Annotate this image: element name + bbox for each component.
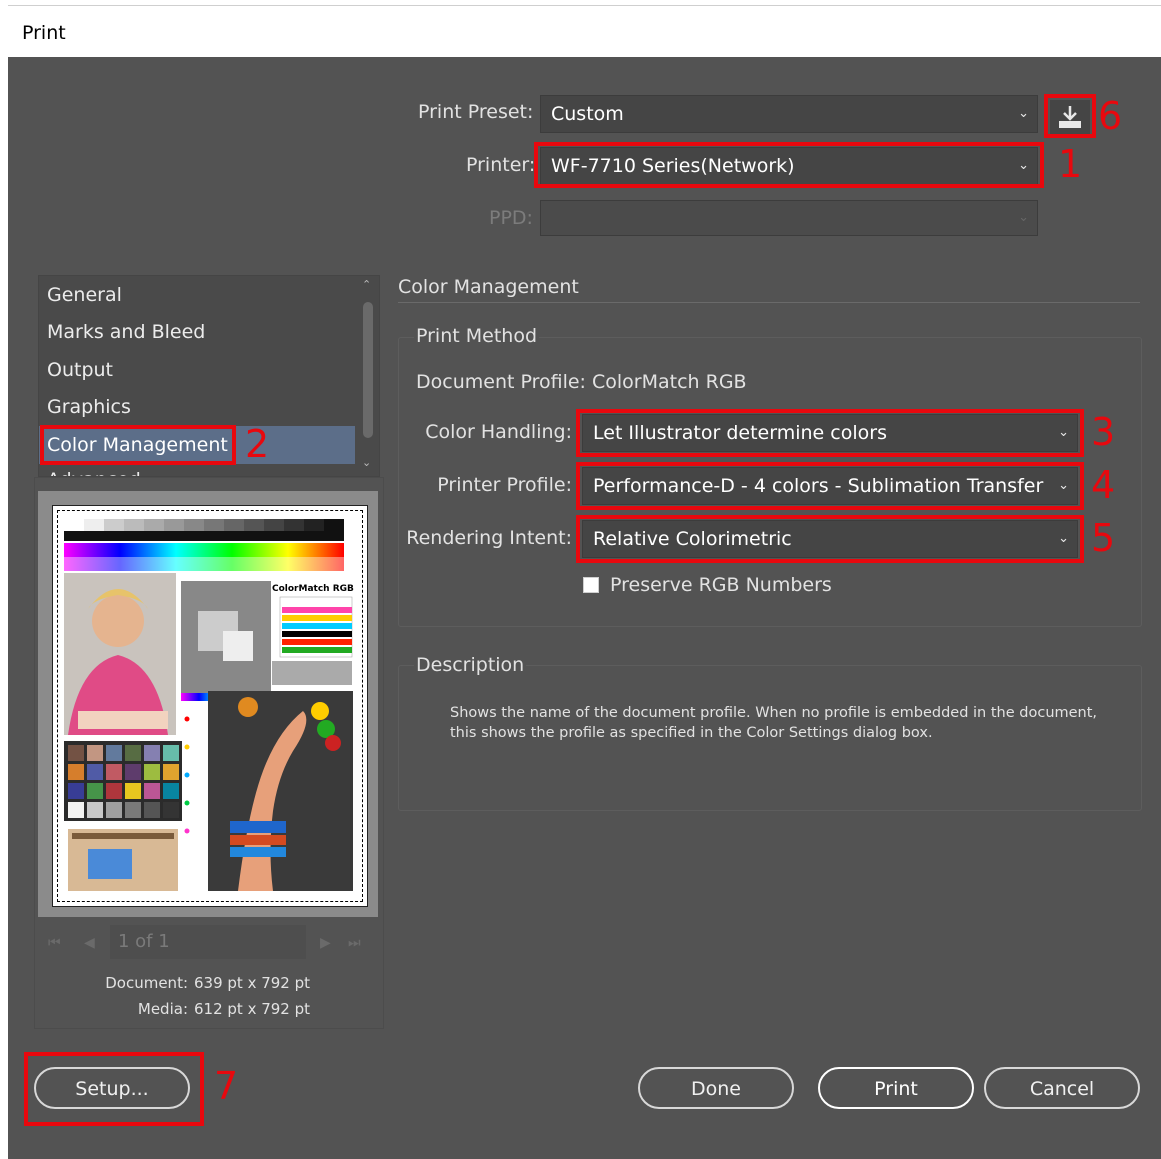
description-text-line-1: Shows the name of the document profile. … xyxy=(450,705,1098,721)
ppd-dropdown: ⌄ xyxy=(540,200,1038,236)
printer-profile-label: Printer Profile: xyxy=(437,474,572,496)
section-divider xyxy=(398,302,1140,303)
description-heading: Description xyxy=(414,654,527,676)
description-text-line-2: this shows the profile as specified in t… xyxy=(450,725,933,741)
document-profile-text: Document Profile: ColorMatch RGB xyxy=(416,371,747,393)
print-method-heading: Print Method xyxy=(414,325,540,347)
print-button[interactable]: Print xyxy=(818,1067,974,1109)
annotation-2: 2 xyxy=(245,422,270,466)
scroll-down-icon[interactable]: ⌄ xyxy=(362,456,371,469)
print-preset-value: Custom xyxy=(551,103,624,125)
annotation-1: 1 xyxy=(1058,142,1083,186)
annotation-5: 5 xyxy=(1091,516,1116,560)
sidebar-item-marks-and-bleed[interactable]: Marks and Bleed xyxy=(47,321,205,343)
annotation-3: 3 xyxy=(1091,410,1116,454)
ppd-label: PPD: xyxy=(489,207,533,229)
scroll-up-icon[interactable]: ⌃ xyxy=(362,278,371,291)
highlight-box-1 xyxy=(534,142,1044,188)
chevron-down-icon: ⌄ xyxy=(1018,105,1029,121)
list-scrollbar[interactable]: ⌃ ⌄ xyxy=(357,276,379,476)
preview-panel xyxy=(34,477,384,1029)
annotation-6: 6 xyxy=(1098,94,1123,138)
annotation-7: 7 xyxy=(214,1064,239,1108)
sidebar-item-general[interactable]: General xyxy=(47,284,122,306)
color-handling-label: Color Handling: xyxy=(425,421,572,443)
preserve-rgb-checkbox[interactable] xyxy=(583,577,599,593)
print-dialog: Print Preset: Custom ⌄ 6 Printer: WF-771… xyxy=(8,57,1161,1159)
printer-label: Printer: xyxy=(466,154,536,176)
done-button[interactable]: Done xyxy=(638,1067,794,1109)
section-title: Color Management xyxy=(398,276,579,298)
highlight-box-3 xyxy=(576,409,1084,457)
sidebar-item-advanced[interactable]: Advanced xyxy=(47,469,141,476)
sidebar-item-graphics[interactable]: Graphics xyxy=(47,396,131,418)
highlight-box-5 xyxy=(576,515,1084,563)
highlight-box-2 xyxy=(40,425,236,465)
window-titlebar: Print xyxy=(8,5,1161,58)
cancel-button[interactable]: Cancel xyxy=(984,1067,1140,1109)
chevron-down-icon: ⌄ xyxy=(1018,209,1029,225)
rendering-intent-label: Rendering Intent: xyxy=(406,527,572,549)
print-preset-label: Print Preset: xyxy=(418,101,534,123)
window-title: Print xyxy=(22,22,66,44)
scrollbar-thumb[interactable] xyxy=(363,302,373,438)
sidebar-item-output[interactable]: Output xyxy=(47,359,113,381)
preserve-rgb-label[interactable]: Preserve RGB Numbers xyxy=(610,574,832,596)
annotation-4: 4 xyxy=(1091,463,1116,507)
highlight-box-4 xyxy=(576,462,1084,510)
print-preset-dropdown[interactable]: Custom ⌄ xyxy=(540,95,1038,133)
highlight-box-7 xyxy=(24,1052,204,1126)
highlight-box-6 xyxy=(1044,94,1096,138)
